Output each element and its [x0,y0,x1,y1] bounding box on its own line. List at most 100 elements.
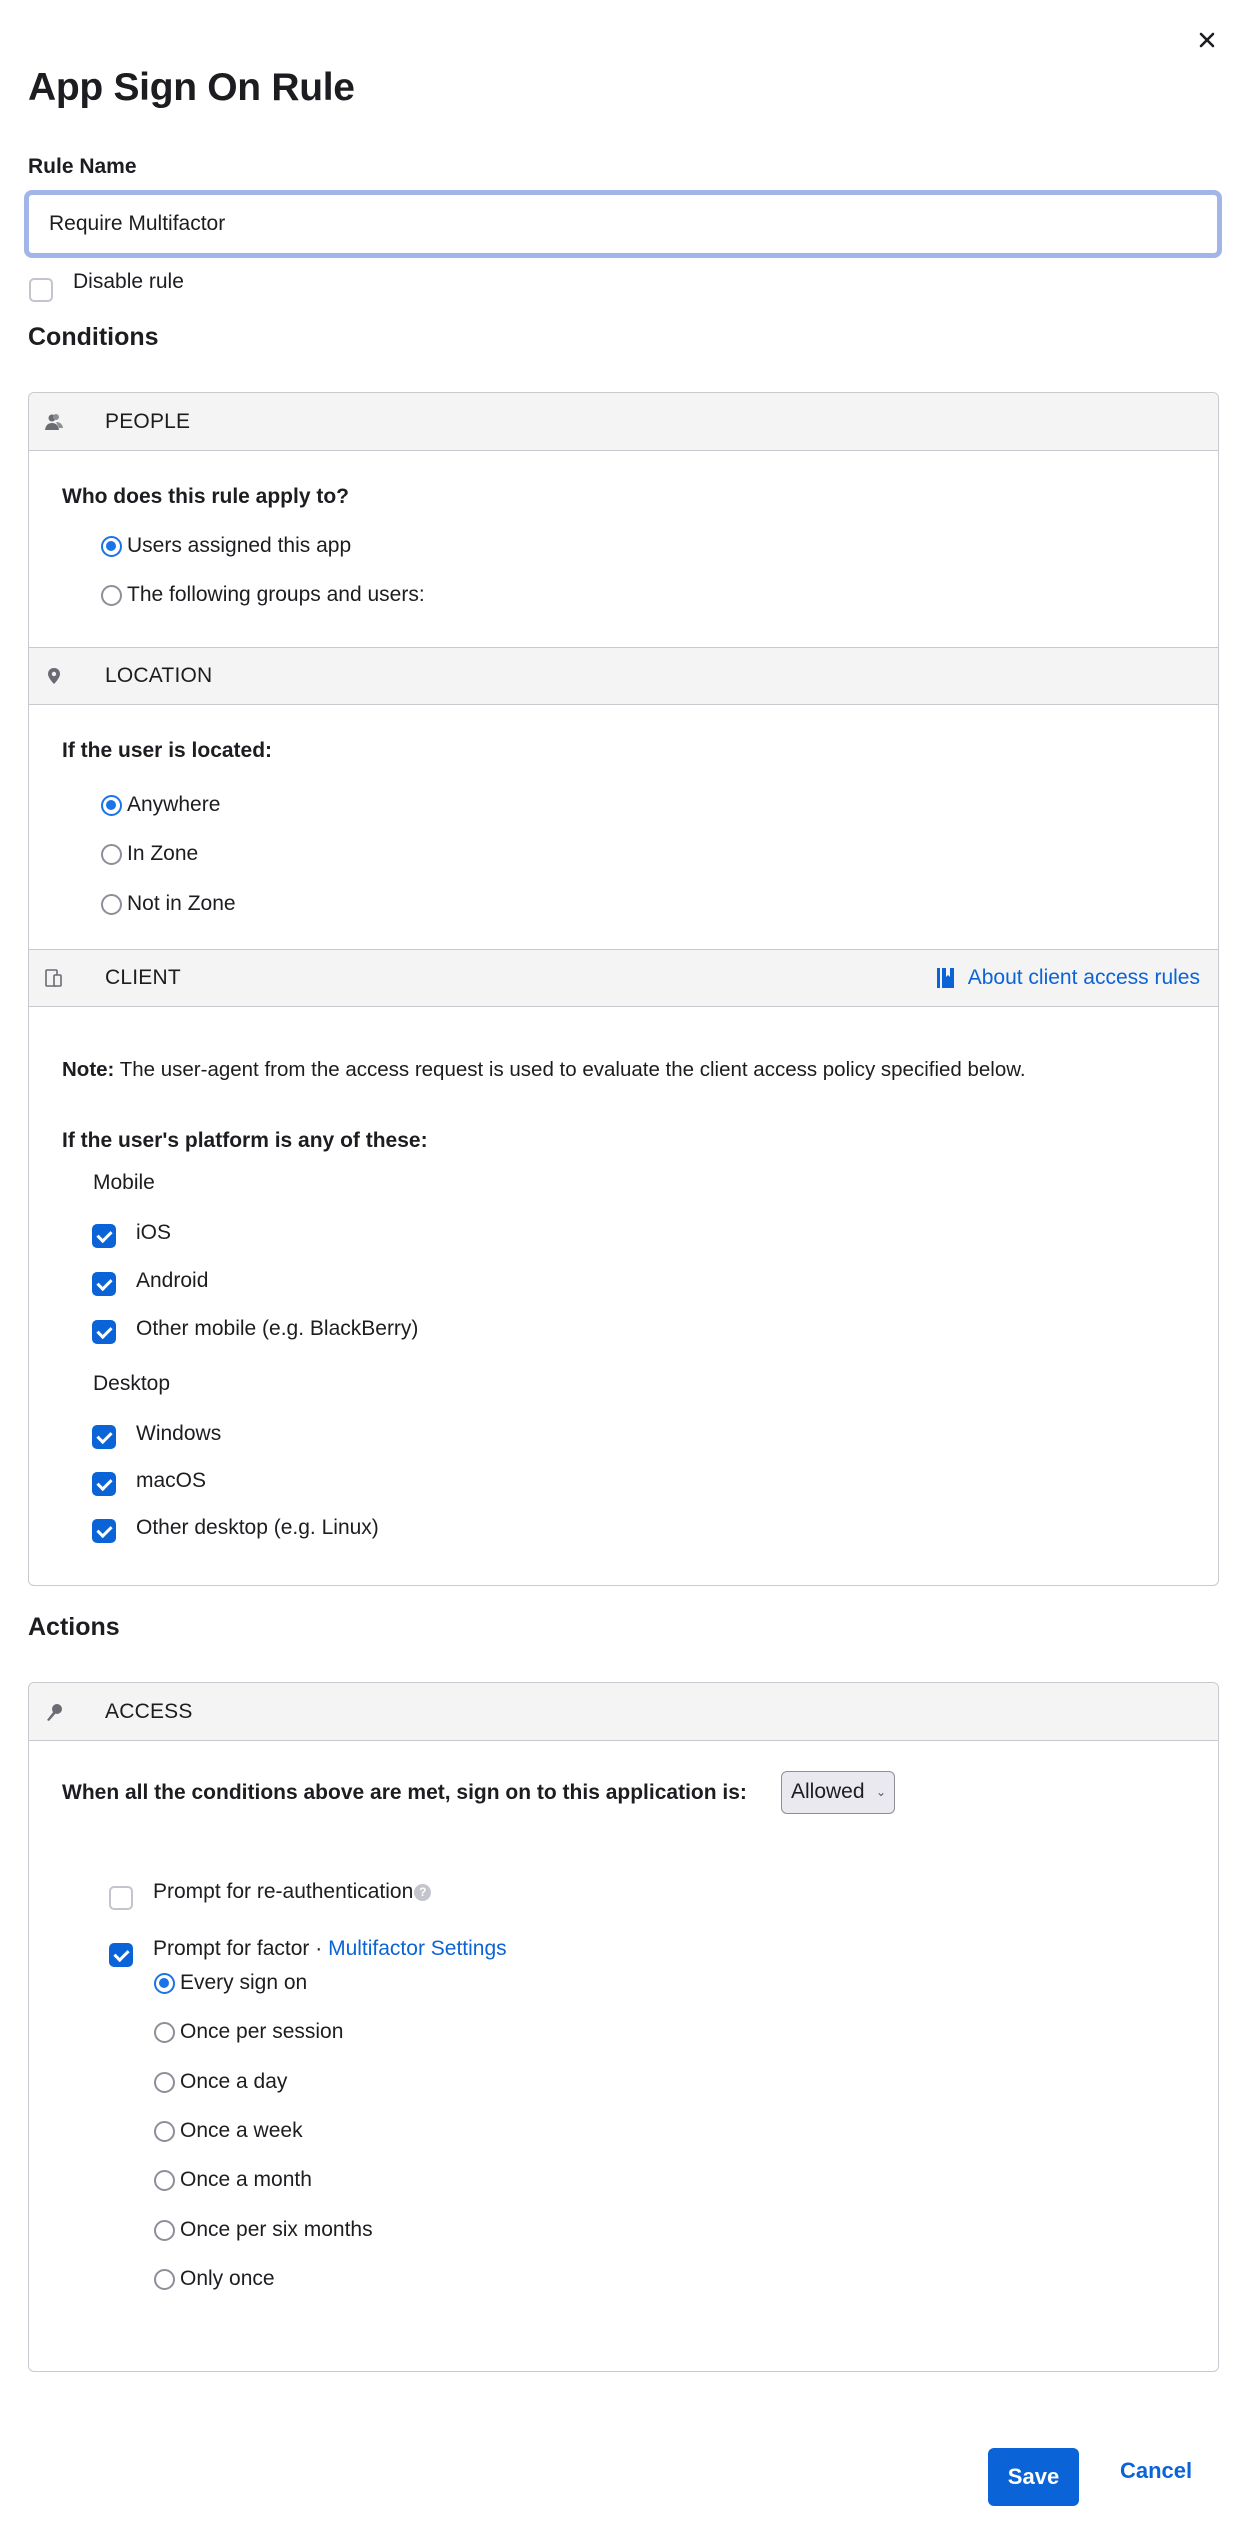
location-option-anywhere[interactable]: Anywhere [101,793,220,817]
factor-checkbox-row[interactable]: Prompt for factor · Multifactor Settings [109,1931,507,1967]
option-label: Only once [180,2267,275,2290]
location-question: If the user is located: [62,739,273,762]
option-label: Users assigned this app [127,534,352,557]
reauth-checkbox[interactable] [109,1886,133,1910]
option-label: Once a day [180,2070,288,2093]
checkbox-checked[interactable] [92,1224,116,1248]
close-button[interactable] [1193,26,1221,54]
close-icon [1199,32,1215,48]
radio-unselected[interactable] [154,2120,175,2142]
platform-label: Other desktop (e.g. Linux) [136,1516,379,1539]
radio-unselected[interactable] [154,2021,175,2043]
dialog-title: App Sign On Rule [28,66,355,109]
people-question: Who does this rule apply to? [62,485,350,508]
checkbox-checked[interactable] [92,1472,116,1496]
people-option-groups[interactable]: The following groups and users: [101,583,425,607]
radio-unselected[interactable] [154,2169,175,2191]
frequency-once-per-six-months[interactable]: Once per six months [154,2218,373,2242]
platform-android[interactable]: Android [92,1269,209,1296]
option-label: The following groups and users: [127,583,425,606]
frequency-only-once[interactable]: Only once [154,2267,275,2291]
about-link-text: About client access rules [967,966,1200,989]
frequency-once-a-month[interactable]: Once a month [154,2168,312,2192]
radio-selected[interactable] [154,1972,175,1994]
radio-unselected[interactable] [154,2071,175,2093]
checkbox-checked[interactable] [92,1272,116,1296]
factor-checkbox[interactable] [109,1943,133,1967]
platform-question: If the user's platform is any of these: [62,1129,428,1152]
access-section-header: ACCESS [29,1683,1218,1741]
location-pin-icon [48,668,60,684]
people-icon [45,413,63,430]
access-statement: When all the conditions above are met, s… [62,1781,747,1804]
option-label: Once a month [180,2168,312,2191]
checkbox-checked[interactable] [92,1320,116,1344]
platform-other-mobile[interactable]: Other mobile (e.g. BlackBerry) [92,1317,419,1344]
conditions-heading: Conditions [28,323,159,351]
factor-label: Prompt for factor · Multifactor Settings [153,1937,507,1961]
rule-name-input[interactable] [24,190,1222,258]
radio-unselected[interactable] [101,843,122,865]
desktop-group-label: Desktop [93,1372,171,1395]
frequency-once-a-week[interactable]: Once a week [154,2119,303,2143]
option-label: Anywhere [127,793,221,816]
actions-heading: Actions [28,1613,120,1641]
factor-label-text: Prompt for factor [153,1937,310,1960]
chevron-down-icon: ⌄ [875,1785,886,1799]
radio-unselected[interactable] [101,584,122,606]
access-section-title: ACCESS [105,1699,193,1723]
location-option-in-zone[interactable]: In Zone [101,842,198,866]
platform-ios[interactable]: iOS [92,1221,172,1248]
location-section-title: LOCATION [105,664,213,687]
platform-windows[interactable]: Windows [92,1422,222,1449]
radio-selected[interactable] [101,794,122,816]
disable-rule-checkbox-row[interactable]: Disable rule [29,270,184,302]
frequency-once-per-session[interactable]: Once per session [154,2020,343,2044]
platform-label: Windows [136,1422,222,1445]
platform-label: macOS [136,1469,207,1492]
platform-label: Android [136,1269,209,1292]
access-select-value: Allowed [791,1780,865,1803]
client-note: Note: The user-agent from the access req… [62,1058,1026,1082]
people-option-assigned[interactable]: Users assigned this app [101,534,351,558]
reauth-label-text: Prompt for re-authentication [153,1880,414,1903]
book-icon [936,968,954,988]
multifactor-settings-link[interactable]: Multifactor Settings [328,1937,507,1960]
mobile-group-label: Mobile [93,1171,155,1194]
reauth-checkbox-row[interactable]: Prompt for re-authentication? [109,1874,432,1910]
access-select[interactable]: Allowed ⌄ [781,1771,895,1814]
help-icon[interactable]: ? [414,1883,432,1901]
people-section-title: PEOPLE [105,409,191,433]
device-icon [45,969,62,987]
conditions-panel: PEOPLE Who does this rule apply to? User… [28,392,1219,1586]
location-option-not-in-zone[interactable]: Not in Zone [101,892,236,916]
radio-unselected[interactable] [154,2219,175,2241]
disable-rule-label: Disable rule [73,270,184,293]
option-label: Once a week [180,2119,303,2142]
disable-rule-checkbox[interactable] [29,278,53,302]
reauth-label: Prompt for re-authentication? [153,1880,432,1904]
key-icon [47,1703,62,1721]
client-section-title: CLIENT [105,966,181,989]
note-label: Note: [62,1058,115,1081]
radio-unselected[interactable] [101,893,122,915]
frequency-every-sign-on[interactable]: Every sign on [154,1971,307,1995]
radio-unselected[interactable] [154,2268,175,2290]
people-section-header: PEOPLE [29,393,1218,451]
cancel-button[interactable]: Cancel [1120,2458,1192,2484]
platform-other-desktop[interactable]: Other desktop (e.g. Linux) [92,1516,379,1543]
platform-label: iOS [136,1221,172,1244]
save-button[interactable]: Save [988,2448,1079,2506]
separator: · [315,1937,323,1960]
frequency-once-a-day[interactable]: Once a day [154,2070,287,2094]
checkbox-checked[interactable] [92,1519,116,1543]
option-label: Not in Zone [127,892,236,915]
about-client-access-rules-link[interactable]: About client access rules [936,966,1200,990]
checkbox-checked[interactable] [92,1425,116,1449]
option-label: Once per session [180,2020,344,2043]
note-text: The user-agent from the access request i… [119,1058,1026,1081]
radio-selected[interactable] [101,535,122,557]
platform-macos[interactable]: macOS [92,1469,207,1496]
option-label: In Zone [127,842,199,865]
platform-label: Other mobile (e.g. BlackBerry) [136,1317,419,1340]
